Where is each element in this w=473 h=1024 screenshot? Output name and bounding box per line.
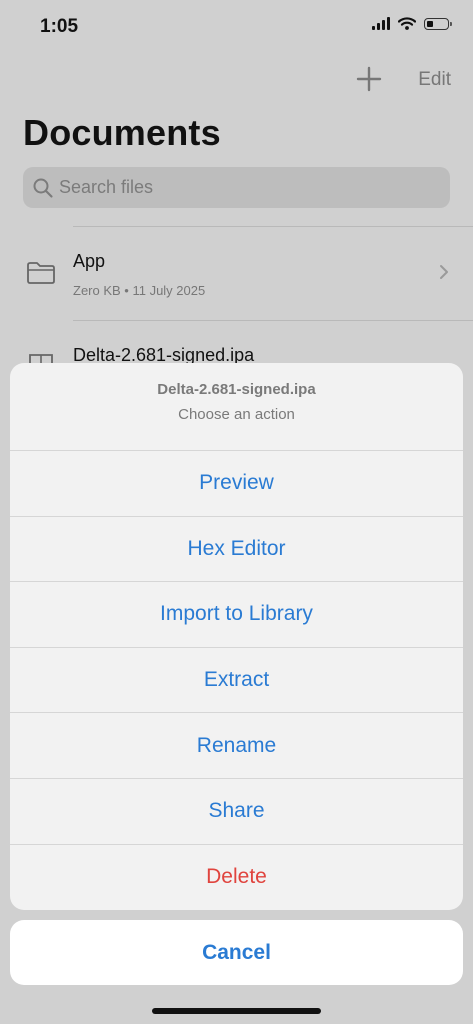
page-title: Documents xyxy=(23,112,221,153)
status-time: 1:05 xyxy=(40,16,79,37)
file-meta: Zero KB • 11 July 2025 xyxy=(73,283,206,298)
home-indicator[interactable] xyxy=(152,1008,321,1014)
status-bar: 1:05 xyxy=(0,0,473,56)
list-item-app[interactable]: App Zero KB • 11 July 2025 xyxy=(0,227,473,320)
delete-button[interactable]: Delete xyxy=(10,845,463,910)
cancel-button[interactable]: Cancel xyxy=(10,920,463,985)
list-item-delta[interactable]: Delta-2.681-signed.ipa xyxy=(0,321,473,363)
sheet-title: Delta-2.681-signed.ipa xyxy=(157,381,316,398)
hex-editor-button[interactable]: Hex Editor xyxy=(10,517,463,583)
folder-icon xyxy=(27,262,55,284)
signal-icon xyxy=(372,17,390,30)
edit-button[interactable]: Edit xyxy=(418,69,451,91)
sheet-subtitle: Choose an action xyxy=(178,406,295,423)
action-sheet: Delta-2.681-signed.ipa Choose an action … xyxy=(10,363,463,910)
wifi-icon xyxy=(398,17,416,30)
file-name: App xyxy=(73,251,106,271)
search-placeholder: Search files xyxy=(59,177,154,197)
plus-icon[interactable] xyxy=(352,62,386,96)
share-button[interactable]: Share xyxy=(10,779,463,845)
search-icon xyxy=(33,178,53,198)
sheet-header: Delta-2.681-signed.ipa Choose an action xyxy=(10,363,463,451)
rename-button[interactable]: Rename xyxy=(10,713,463,779)
import-to-library-button[interactable]: Import to Library xyxy=(10,582,463,648)
chevron-right-icon xyxy=(440,265,448,279)
status-icons xyxy=(372,17,452,30)
search-input[interactable]: Search files xyxy=(23,167,450,208)
file-name: Delta-2.681-signed.ipa xyxy=(73,345,255,363)
preview-button[interactable]: Preview xyxy=(10,451,463,517)
battery-icon xyxy=(424,17,452,30)
archive-icon xyxy=(29,354,53,363)
extract-button[interactable]: Extract xyxy=(10,648,463,714)
